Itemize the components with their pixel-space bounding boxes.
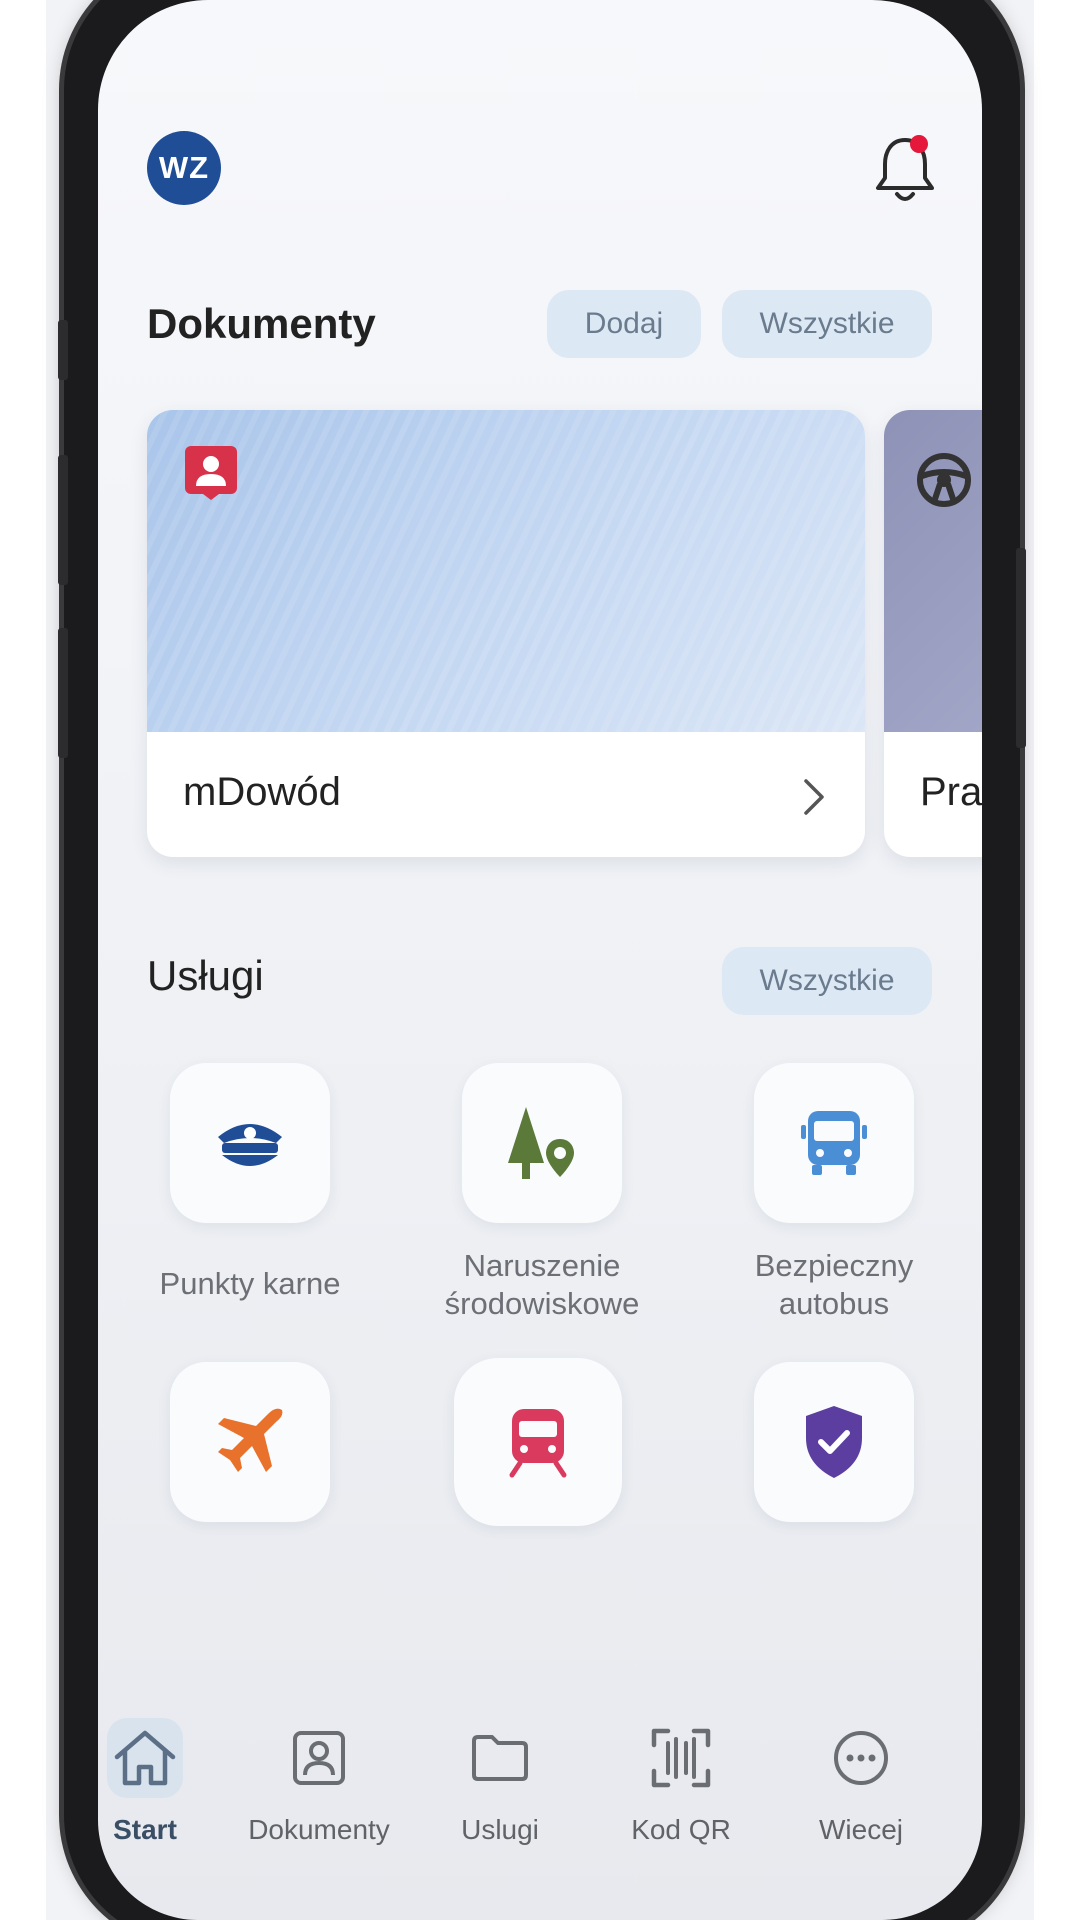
service-tile-flights[interactable] <box>170 1362 330 1522</box>
service-label: Naruszenie środowiskowe <box>444 1248 640 1321</box>
document-card-name: Pra <box>920 770 982 814</box>
nav-item-wiecej[interactable]: Wiecej <box>786 1718 936 1858</box>
nav-label: Start <box>113 1814 177 1845</box>
all-documents-button[interactable]: Wszystkie <box>722 290 932 358</box>
airplane-icon <box>218 1408 283 1472</box>
phone-volume-up-button <box>58 455 68 585</box>
document-card-image <box>147 410 865 732</box>
chevron-right-icon <box>804 779 824 815</box>
service-label: Punkty karne <box>159 1266 341 1301</box>
app-screen: WZ Dokumenty Dodaj Wszystkie mDowód Pra … <box>98 0 982 1920</box>
service-tile-safety[interactable] <box>754 1362 914 1522</box>
nav-label: Dokumenty <box>248 1814 390 1845</box>
tree-location-icon <box>508 1107 574 1179</box>
document-person-icon <box>281 1718 357 1798</box>
police-cap-icon <box>218 1124 282 1166</box>
service-tile-train[interactable] <box>454 1358 622 1526</box>
services-section-title: Usługi <box>147 952 264 999</box>
folder-icon <box>462 1718 538 1798</box>
all-services-button[interactable]: Wszystkie <box>722 947 932 1015</box>
notifications-button[interactable] <box>873 132 937 208</box>
more-icon <box>823 1718 899 1798</box>
service-label: Bezpieczny autobus <box>754 1248 914 1321</box>
qr-scan-icon <box>643 1718 719 1798</box>
bell-icon <box>876 135 934 201</box>
nav-label: Uslugi <box>461 1814 539 1845</box>
add-document-button[interactable]: Dodaj <box>547 290 701 358</box>
document-card-name: mDowód <box>183 770 341 814</box>
nav-item-uslugi[interactable]: Uslugi <box>425 1718 575 1858</box>
document-card-prawo-jazdy[interactable]: Pra <box>884 410 982 857</box>
notification-badge <box>910 135 928 153</box>
phone-power-button <box>1016 548 1026 748</box>
steering-wheel-icon <box>917 453 971 507</box>
documents-section-title: Dokumenty <box>147 300 376 347</box>
nav-label: Wiecej <box>818 1814 903 1845</box>
nav-item-start[interactable]: Start <box>98 1718 220 1858</box>
nav-item-dokumenty[interactable]: Dokumenty <box>244 1718 394 1858</box>
id-card-icon <box>185 446 237 500</box>
bus-icon <box>801 1111 867 1175</box>
nav-label: Kod QR <box>631 1814 731 1845</box>
phone-side-button <box>58 320 68 380</box>
home-icon <box>107 1718 183 1798</box>
service-tile-punkty-karne[interactable] <box>170 1063 330 1223</box>
phone-volume-down-button <box>58 628 68 758</box>
shield-check-icon <box>806 1406 862 1478</box>
document-card-mdowod[interactable]: mDowód <box>147 410 865 857</box>
service-tile-naruszenie-srodowiskowe[interactable] <box>462 1063 622 1223</box>
nav-item-kod-qr[interactable]: Kod QR <box>606 1718 756 1858</box>
avatar[interactable]: WZ <box>147 131 221 205</box>
service-tile-bezpieczny-autobus[interactable] <box>754 1063 914 1223</box>
train-icon <box>509 1409 567 1478</box>
